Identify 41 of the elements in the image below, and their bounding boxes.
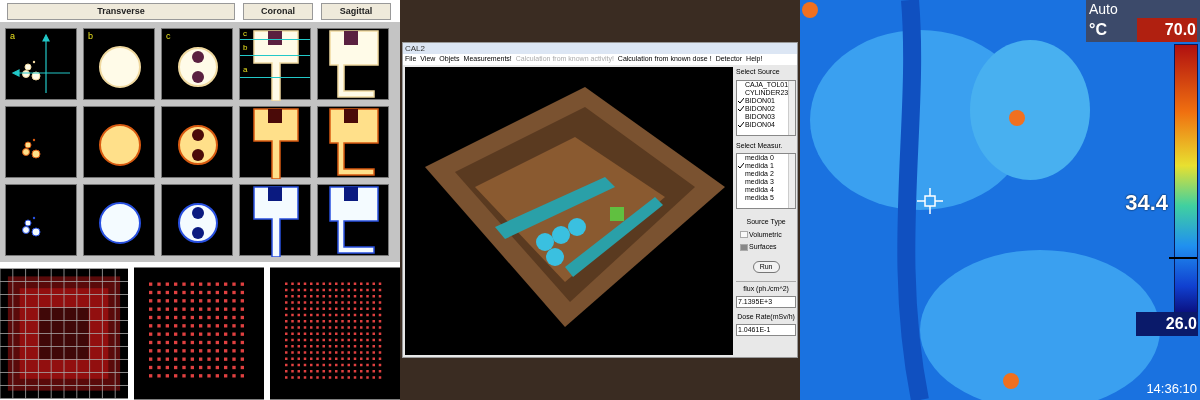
dot-cluster-drawing (22, 60, 41, 81)
max-temperature: 70.0 (1137, 18, 1197, 42)
slice-line (240, 77, 310, 78)
panel-label: a (10, 30, 15, 43)
window-title: CAL2 (405, 43, 425, 54)
mode-label: Auto (1089, 0, 1119, 18)
crosshair-axes-drawing (11, 33, 71, 94)
coronal-shape-drawing (253, 30, 299, 101)
section-header: Transverse (7, 3, 235, 20)
section-header: Sagittal (321, 3, 391, 20)
disk-with-holes-drawing (178, 203, 218, 243)
sagittal-shape-drawing (329, 30, 379, 98)
crosshair-icon (917, 188, 943, 214)
panel-label: c (166, 30, 171, 43)
check-mark-icon[interactable] (738, 163, 744, 169)
min-temperature: 26.0 (1136, 312, 1198, 336)
panel-label: b (88, 30, 93, 43)
unit-label: °C (1089, 20, 1107, 40)
disk-drawing (99, 46, 141, 88)
sagittal-shape-drawing (329, 108, 379, 176)
disk-drawing (99, 124, 141, 166)
timestamp: 14:36:10 (1146, 379, 1197, 398)
option-box[interactable] (740, 243, 748, 251)
disk-drawing (99, 202, 141, 244)
check-mark-icon[interactable] (738, 105, 744, 112)
sagittal-shape-drawing (329, 186, 379, 254)
coronal-shape-drawing (253, 186, 299, 257)
slice-line (240, 39, 310, 40)
slice-label: b (243, 44, 248, 52)
disk-with-holes-drawing (178, 47, 218, 87)
section-header: Coronal (243, 3, 313, 20)
disk-with-holes-drawing (178, 125, 218, 165)
dot-cluster-drawing (22, 216, 41, 237)
check-mark-icon[interactable] (738, 97, 744, 104)
temperature-reading: 34.4 (1125, 189, 1168, 217)
check-mark-icon[interactable] (738, 121, 744, 128)
coronal-shape-drawing (253, 108, 299, 179)
slice-label: c (243, 30, 247, 38)
dot-cluster-drawing (22, 138, 41, 159)
slice-line (240, 55, 310, 56)
slice-label: a (243, 66, 248, 74)
